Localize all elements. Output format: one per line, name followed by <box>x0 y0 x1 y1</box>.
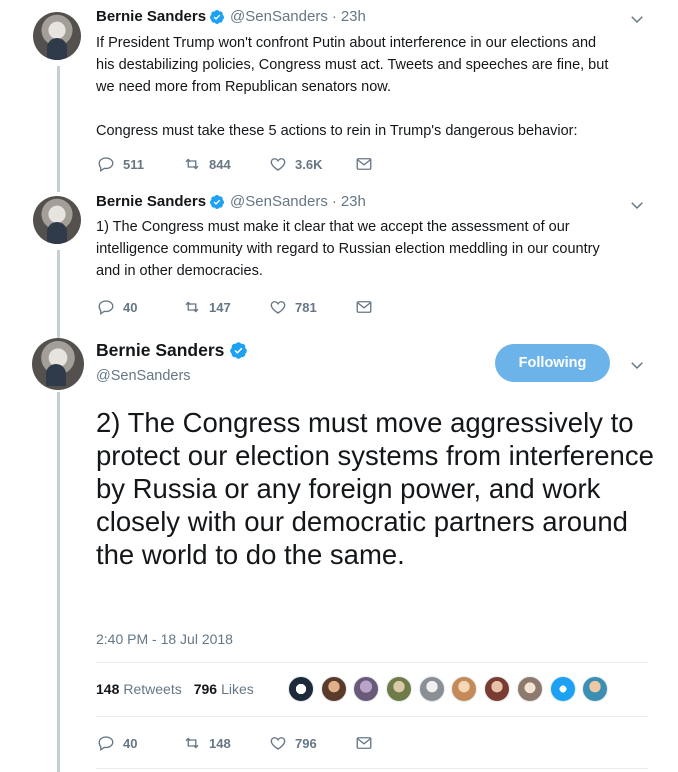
reply-button[interactable]: 40 <box>97 734 183 752</box>
like-button[interactable]: 3.6K <box>269 155 355 173</box>
retweet-icon <box>185 301 199 313</box>
liker-avatar[interactable] <box>288 676 314 702</box>
reply-button[interactable]: 40 <box>97 298 183 316</box>
liker-avatar[interactable] <box>582 676 609 702</box>
retweet-count: 148 <box>209 735 231 751</box>
like-icon <box>270 158 286 171</box>
tweet-text: 1) The Congress must make it clear that … <box>96 219 600 279</box>
following-button[interactable]: Following <box>495 344 610 382</box>
retweet-icon <box>185 737 199 749</box>
separator: · <box>331 193 337 210</box>
author-name[interactable]: Bernie Sanders <box>96 193 206 210</box>
liker-avatar[interactable] <box>484 676 511 702</box>
reply-icon <box>98 300 114 316</box>
tweet-actions: 40 148 796 <box>97 734 441 752</box>
like-count: 796 <box>295 735 317 751</box>
retweet-button[interactable]: 844 <box>183 155 269 173</box>
retweet-stat-label[interactable]: Retweets <box>123 681 181 697</box>
tweet-text: 2) The Congress must move aggressively t… <box>96 407 654 570</box>
divider <box>96 768 648 769</box>
verified-icon <box>210 9 225 24</box>
dm-icon <box>356 301 372 313</box>
reply-icon <box>98 736 114 752</box>
author-handle[interactable]: @SenSanders <box>96 368 191 384</box>
dm-button[interactable] <box>355 155 441 173</box>
separator: · <box>331 8 337 25</box>
tweet-time[interactable]: 23h <box>341 193 366 210</box>
retweet-count: 844 <box>209 156 231 172</box>
dm-icon <box>356 737 372 749</box>
author-handle[interactable]: @SenSanders <box>230 193 328 210</box>
chevron-down-icon[interactable] <box>628 356 646 374</box>
tweet-timestamp[interactable]: 2:40 PM - 18 Jul 2018 <box>96 631 233 647</box>
like-stat-label[interactable]: Likes <box>221 681 254 697</box>
tweet-actions: 511 844 3.6K <box>97 155 441 173</box>
chevron-down-icon[interactable] <box>628 10 646 28</box>
retweet-button[interactable]: 148 <box>183 734 269 752</box>
like-button[interactable]: 781 <box>269 298 355 316</box>
like-icon <box>270 301 286 314</box>
like-button[interactable]: 796 <box>269 734 355 752</box>
tweet[interactable]: Bernie Sanders @SenSanders · 23h If Pres… <box>0 0 678 190</box>
like-stat-count[interactable]: 796 <box>194 681 217 697</box>
liker-avatar[interactable] <box>386 676 413 702</box>
tweet-time[interactable]: 23h <box>341 8 366 25</box>
verified-icon <box>210 194 225 209</box>
tweet-stats: 148 Retweets 796 Likes <box>96 681 254 697</box>
reply-count: 40 <box>123 735 138 751</box>
like-icon <box>270 737 286 750</box>
retweet-stat-count[interactable]: 148 <box>96 681 119 697</box>
author-name[interactable]: Bernie Sanders <box>96 340 224 361</box>
reply-icon <box>98 157 114 173</box>
author-name-row: Bernie Sanders <box>96 340 253 361</box>
liker-avatar[interactable] <box>516 676 543 702</box>
reply-button[interactable]: 511 <box>97 155 183 173</box>
retweet-icon <box>185 158 199 170</box>
retweet-count: 147 <box>209 299 231 315</box>
avatar[interactable] <box>33 196 81 244</box>
tweet-header: Bernie Sanders @SenSanders · 23h <box>96 8 366 25</box>
dm-button[interactable] <box>355 298 441 316</box>
liker-avatar[interactable] <box>549 676 576 702</box>
divider <box>96 716 648 717</box>
avatar[interactable] <box>33 12 81 60</box>
like-count: 3.6K <box>295 156 323 172</box>
divider <box>96 662 648 663</box>
tweet-actions: 40 147 781 <box>97 298 441 316</box>
dm-button[interactable] <box>355 734 441 752</box>
liker-avatar[interactable] <box>353 676 380 702</box>
verified-icon <box>230 342 248 359</box>
author-name[interactable]: Bernie Sanders <box>96 8 206 25</box>
reply-count: 40 <box>123 299 138 315</box>
dm-icon <box>356 158 372 170</box>
thread-line <box>57 392 60 772</box>
reply-count: 511 <box>123 156 144 172</box>
retweet-button[interactable]: 147 <box>183 298 269 316</box>
liker-avatars <box>288 676 615 702</box>
tweet[interactable]: Bernie Sanders @SenSanders · 23h 1) The … <box>0 190 678 330</box>
tweet-header: Bernie Sanders @SenSanders · 23h <box>96 193 366 210</box>
tweet-text: If President Trump won't confront Putin … <box>96 35 609 139</box>
chevron-down-icon[interactable] <box>628 196 646 214</box>
like-count: 781 <box>295 299 317 315</box>
author-handle[interactable]: @SenSanders <box>230 8 328 25</box>
liker-avatar[interactable] <box>320 676 347 702</box>
avatar[interactable] <box>32 338 84 390</box>
liker-avatar[interactable] <box>451 676 478 702</box>
liker-avatar[interactable] <box>418 676 445 702</box>
